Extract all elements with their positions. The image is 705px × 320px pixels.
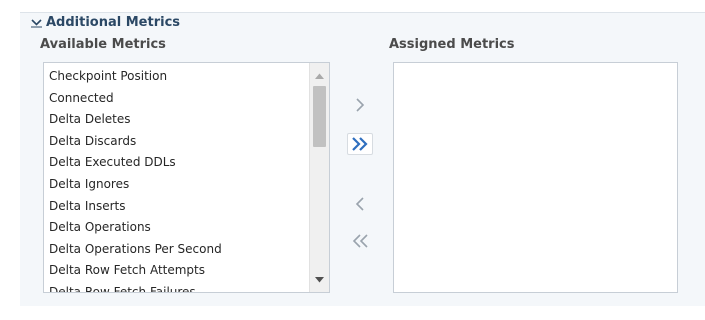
remove-selected-button[interactable] — [347, 193, 373, 215]
vertical-scrollbar[interactable] — [309, 63, 329, 292]
list-item[interactable]: Delta Operations — [44, 217, 306, 239]
list-item[interactable]: Connected — [44, 88, 306, 110]
scroll-down-arrow-icon[interactable] — [314, 276, 325, 284]
double-chevron-right-icon — [352, 137, 368, 151]
scroll-up-arrow-icon[interactable] — [314, 72, 325, 80]
double-chevron-left-icon — [352, 234, 368, 248]
move-selected-button[interactable] — [347, 94, 373, 116]
list-item[interactable]: Delta Inserts — [44, 196, 306, 218]
chevron-down-icon[interactable] — [30, 16, 43, 28]
section-header[interactable]: Additional Metrics — [30, 13, 180, 31]
list-item[interactable]: Checkpoint Position — [44, 66, 306, 88]
move-all-button[interactable] — [347, 133, 373, 155]
scrollbar-thumb[interactable] — [313, 86, 326, 147]
available-metrics-list[interactable]: Checkpoint Position Connected Delta Dele… — [43, 62, 330, 293]
list-item[interactable]: Delta Ignores — [44, 174, 306, 196]
remove-all-button[interactable] — [347, 230, 373, 252]
list-item[interactable]: Delta Operations Per Second — [44, 239, 306, 261]
available-metrics-label: Available Metrics — [40, 37, 166, 52]
chevron-left-icon — [355, 197, 364, 211]
section-title: Additional Metrics — [46, 14, 181, 30]
assigned-metrics-label: Assigned Metrics — [389, 37, 515, 52]
available-metrics-items: Checkpoint Position Connected Delta Dele… — [44, 66, 306, 292]
list-item[interactable]: Delta Discards — [44, 131, 306, 153]
chevron-right-icon — [356, 98, 365, 112]
list-item[interactable]: Delta Executed DDLs — [44, 152, 306, 174]
list-item[interactable]: Delta Row Fetch Attempts — [44, 260, 306, 282]
list-item[interactable]: Delta Deletes — [44, 109, 306, 131]
list-item[interactable]: Delta Row Fetch Failures — [44, 282, 306, 292]
assigned-metrics-list[interactable] — [393, 62, 678, 293]
